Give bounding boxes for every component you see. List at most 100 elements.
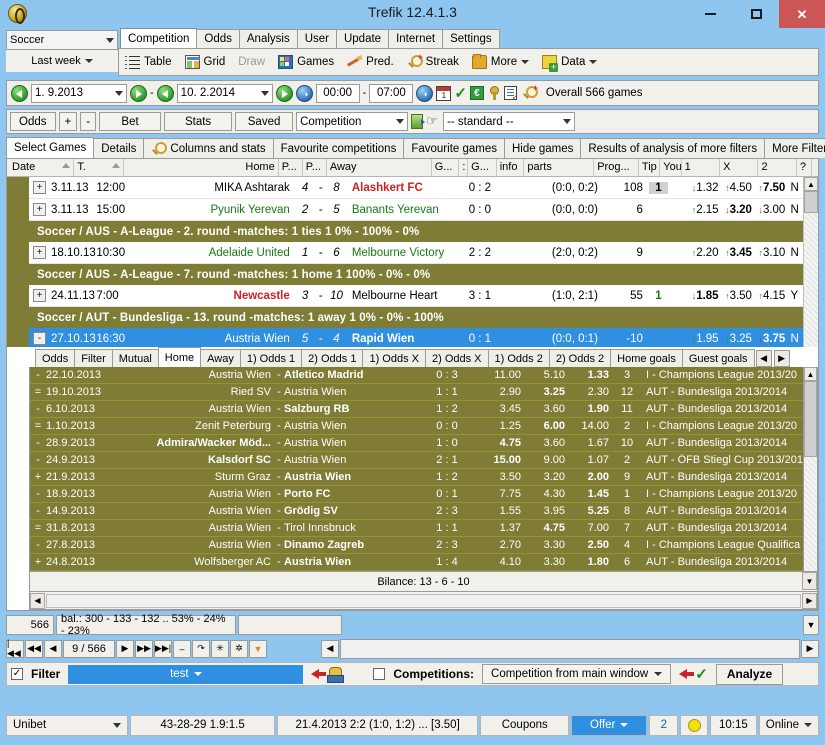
coupons-button[interactable]: Coupons (480, 715, 569, 736)
detail-tab-home-goals[interactable]: Home goals (610, 349, 683, 367)
nav-last-button[interactable]: ▶▶| (154, 640, 172, 658)
time-from-input[interactable]: 00:00 (316, 84, 360, 103)
nav-prev-page-button[interactable]: ◀◀ (25, 640, 43, 658)
cell-odds-1[interactable]: ↓1.32 (687, 182, 720, 194)
detail-tab-1-odds-2[interactable]: 1) Odds 2 (488, 349, 550, 367)
expand-row-button[interactable]: + (33, 246, 46, 259)
detail-tab-2-odds-x[interactable]: 2) Odds X (425, 349, 489, 367)
col-odds-2[interactable]: 2 (758, 159, 796, 176)
tab-analysis[interactable]: Analysis (239, 29, 298, 48)
analyze-button[interactable]: Analyze (716, 664, 783, 685)
cell-odds-1[interactable]: ↑1.95 (687, 333, 720, 345)
tab-favourite-games[interactable]: Favourite games (403, 138, 505, 158)
col-colon[interactable]: : (459, 159, 468, 176)
detail-table-row[interactable]: +24.8.2013Wolfsberger AC-Austria Wien1 :… (30, 554, 803, 571)
cell-odds-1[interactable]: ↑2.15 (687, 204, 720, 216)
cell-odds-x[interactable]: ↑4.50 (721, 182, 754, 194)
tab-favourite-competitions[interactable]: Favourite competitions (273, 138, 405, 158)
competitions-checkbox[interactable] (373, 668, 385, 680)
col-home[interactable]: Home (124, 159, 279, 176)
detail-tab-home[interactable]: Home (158, 347, 201, 367)
tab-odds[interactable]: Odds (196, 29, 240, 48)
grid-vertical-scrollbar[interactable]: ▲ (803, 177, 818, 347)
table-row[interactable]: +24.11.137:00Newcastle3-10Melbourne Hear… (29, 285, 803, 307)
nav-hscroll-right-button[interactable]: ▶ (801, 640, 819, 658)
cell-odds-2[interactable]: ↓3.00 (754, 204, 787, 216)
apply-left-icon[interactable] (311, 669, 319, 679)
competition-group-header[interactable]: Soccer / AUS - A-League - 7. round -matc… (29, 264, 803, 285)
col-away[interactable]: Away (327, 159, 432, 176)
grid-button[interactable]: Grid (185, 55, 226, 69)
detail-table-row[interactable]: -28.9.2013Admira/Wacker Möd...-Austria W… (30, 435, 803, 452)
tab-select-games[interactable]: Select Games (6, 137, 94, 158)
detail-tabs-scroll-right-button[interactable]: ▶ (774, 350, 790, 367)
checklist-icon[interactable] (504, 86, 517, 100)
col-parts[interactable]: parts (524, 159, 594, 176)
hscroll-thumb[interactable] (46, 594, 801, 608)
detail-table-row[interactable]: -18.9.2013Austria Wien-Porto FC0 : 17.75… (30, 486, 803, 503)
nav-next-page-button[interactable]: ▶▶ (135, 640, 153, 658)
detail-table-row[interactable]: =1.10.2013Zenit Peterburg-Austria Wien0 … (30, 418, 803, 435)
expand-row-button[interactable]: + (33, 181, 46, 194)
calendar-icon[interactable] (436, 86, 451, 101)
nav-first-button[interactable]: |◀◀ (6, 640, 24, 658)
scroll-up-button[interactable]: ▲ (804, 177, 818, 191)
online-select[interactable]: Online (759, 715, 819, 736)
detail-tab-away[interactable]: Away (200, 349, 241, 367)
minimize-button[interactable] (687, 0, 733, 28)
games-button[interactable]: Games (278, 55, 334, 69)
tab-details[interactable]: Details (93, 138, 144, 158)
cell-odds-1[interactable]: ↑2.20 (687, 247, 720, 259)
table-row[interactable]: +18.10.1310:30Adelaide United1-6Melbourn… (29, 242, 803, 264)
detail-table-row[interactable]: -24.9.2013Kalsdorf SC-Austria Wien2 : 11… (30, 452, 803, 469)
detail-tab-2-odds-1[interactable]: 2) Odds 1 (301, 349, 363, 367)
next-date-from-button[interactable] (130, 85, 147, 102)
col-odds-1[interactable]: 1 (682, 159, 720, 176)
detail-tab-1-odds-x[interactable]: 1) Odds X (362, 349, 426, 367)
nav-star-outline-button[interactable]: ✲ (230, 640, 248, 658)
stats-button[interactable]: Stats (164, 112, 232, 131)
draw-button[interactable]: Draw (238, 56, 265, 68)
saved-button[interactable]: Saved (235, 112, 293, 131)
detail-scroll-up-button[interactable]: ▲ (804, 367, 817, 381)
detail-scroll-down-button[interactable]: ▼ (802, 572, 817, 590)
nav-star-button[interactable]: ✳ (211, 640, 229, 658)
cell-odds-x[interactable]: ↑3.25 (721, 333, 754, 345)
tab-competition[interactable]: Competition (120, 28, 197, 48)
col-you[interactable]: You (660, 159, 681, 176)
detail-tabs-scroll-left-button[interactable]: ◀ (756, 350, 772, 367)
col-tip[interactable]: Tip (639, 159, 660, 176)
time-from-stepper[interactable]: ◑ (296, 85, 313, 102)
previous-date-to-button[interactable] (157, 85, 174, 102)
col-date[interactable]: Date (7, 159, 74, 176)
euro-icon[interactable]: € (470, 86, 484, 100)
previous-date-button[interactable] (11, 85, 28, 102)
tab-results-of-analysis[interactable]: Results of analysis of more filters (580, 138, 765, 158)
cell-odds-2[interactable]: ↑3.10 (754, 247, 787, 259)
nav-next-button[interactable]: ▶ (116, 640, 134, 658)
col-goals-home[interactable]: G... (432, 159, 460, 176)
nav-hscroll-track[interactable] (340, 639, 800, 659)
detail-horizontal-scrollbar[interactable]: ◀ ▶ (29, 592, 818, 610)
status-dropdown-button[interactable]: ▼ (803, 615, 819, 635)
competition-group-header[interactable]: Soccer / AUT - Bundesliga - 13. round -m… (29, 307, 803, 328)
col-pos-away[interactable]: P... (303, 159, 327, 176)
cell-odds-2[interactable]: ↑4.15 (754, 290, 787, 302)
expand-row-button[interactable]: + (33, 289, 46, 302)
detail-tab-odds[interactable]: Odds (35, 349, 75, 367)
bookmaker-select[interactable]: Unibet (6, 715, 128, 736)
minus-button[interactable]: - (80, 112, 96, 131)
col-time[interactable]: T. (74, 159, 123, 176)
detail-table-row[interactable]: -6.10.2013Austria Wien-Salzburg RB1 : 23… (30, 401, 803, 418)
export-icon[interactable] (411, 114, 423, 129)
detail-scroll-thumb[interactable] (804, 381, 817, 457)
pred-button[interactable]: Pred. (347, 55, 394, 69)
tab-user[interactable]: User (297, 29, 337, 48)
detail-table-row[interactable]: -27.8.2013Austria Wien-Dinamo Zagreb2 : … (30, 537, 803, 554)
test-filter-select[interactable]: test (68, 665, 303, 684)
funnel-icon[interactable]: ▼ (249, 640, 267, 658)
magnifier-plus-icon[interactable]: + (522, 86, 537, 100)
bet-button[interactable]: Bet (99, 112, 161, 131)
time-to-stepper[interactable]: ◐ (416, 85, 433, 102)
period-select[interactable]: Last week (6, 50, 118, 72)
